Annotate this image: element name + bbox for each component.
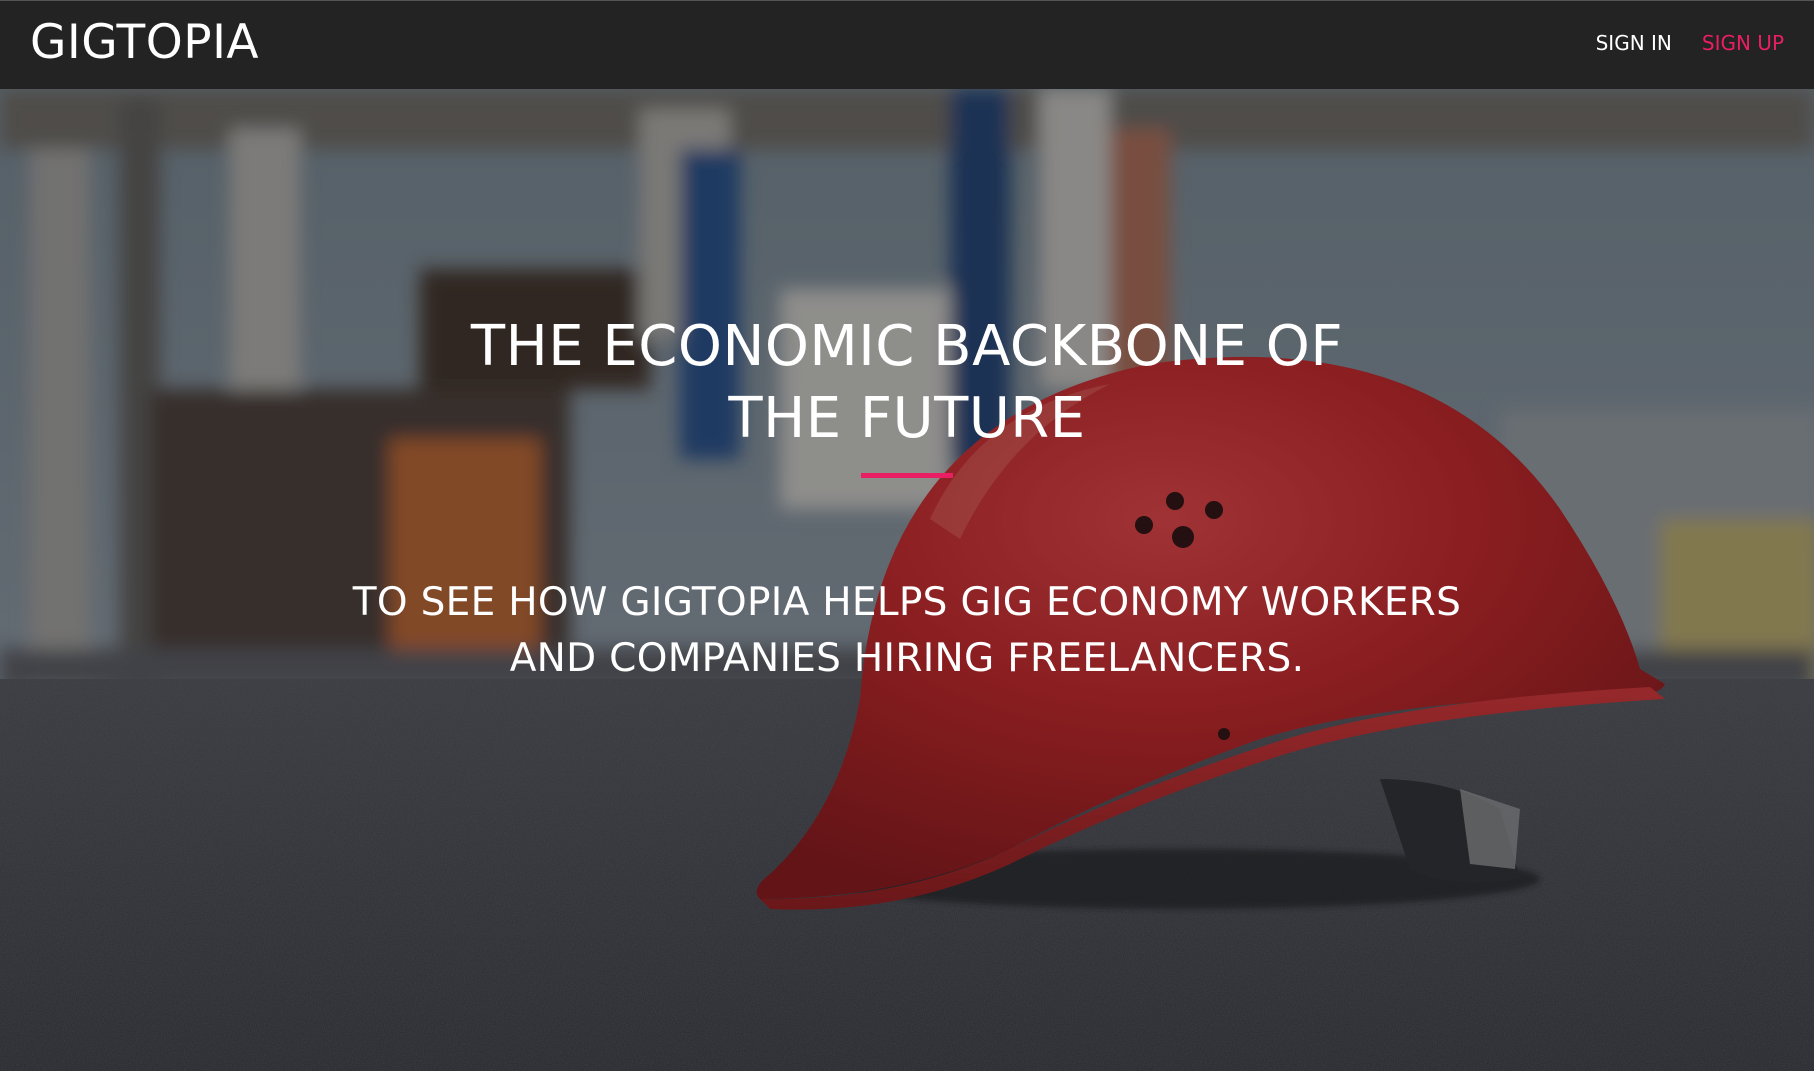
sign-up-link[interactable]: SIGN UP — [1702, 30, 1784, 56]
site-logo[interactable]: GIGTOPIA — [30, 15, 259, 71]
top-navbar: GIGTOPIA SIGN IN SIGN UP — [0, 0, 1814, 89]
sign-in-link[interactable]: SIGN IN — [1596, 30, 1672, 56]
headline-accent-divider — [861, 473, 953, 478]
auth-nav: SIGN IN SIGN UP — [1596, 30, 1784, 56]
hero-headline-line-1: THE ECONOMIC BACKBONE OF — [470, 314, 1344, 379]
hero-section: THE ECONOMIC BACKBONE OF THE FUTURE TO S… — [0, 89, 1814, 1071]
page-frame: GIGTOPIA SIGN IN SIGN UP THE ECONOMIC BA… — [0, 0, 1814, 1071]
hero-headline-line-2: THE FUTURE — [728, 386, 1086, 451]
hero-subheadline: TO SEE HOW GIGTOPIA HELPS GIG ECONOMY WO… — [0, 575, 1814, 687]
hero-subheadline-line-2: AND COMPANIES HIRING FREELANCERS. — [509, 636, 1305, 681]
hero-headline: THE ECONOMIC BACKBONE OF THE FUTURE — [0, 311, 1814, 455]
hero-subheadline-line-1: TO SEE HOW GIGTOPIA HELPS GIG ECONOMY WO… — [352, 580, 1462, 625]
